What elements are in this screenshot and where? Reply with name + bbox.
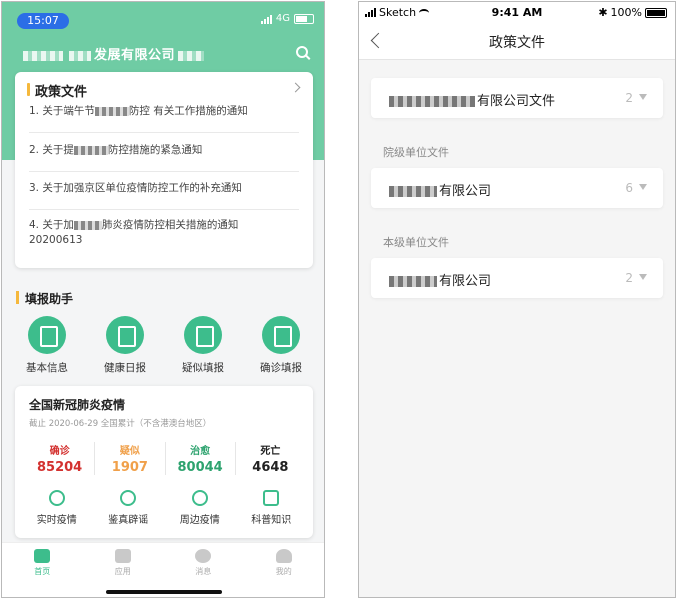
suspected-report-button[interactable]: 疑似填报 xyxy=(168,316,238,375)
home-indicator xyxy=(106,590,222,594)
stat-recovered: 治愈 80044 xyxy=(166,442,236,475)
status-time: 15:07 xyxy=(17,13,69,29)
epidemic-card: 全国新冠肺炎疫情 截止 2020-06-29 全国累计（不含港澳台地区） 确诊 … xyxy=(15,386,313,538)
stat-deaths: 死亡 4648 xyxy=(252,446,289,475)
policy-folder-row[interactable]: 有限公司 6 xyxy=(371,168,663,208)
chevron-right-icon[interactable] xyxy=(290,82,301,93)
network-type: 4G xyxy=(275,13,290,24)
epidemic-title: 全国新冠肺炎疫情 xyxy=(29,398,126,412)
epidemic-tools: 实时疫情 鉴真辟谣 周边疫情 科普知识 xyxy=(21,490,307,526)
location-pin-icon xyxy=(191,490,208,506)
policy-folder-row[interactable]: 有限公司 2 xyxy=(371,258,663,298)
apps-icon xyxy=(114,549,131,563)
home-icon xyxy=(34,549,51,563)
policy-folder-row[interactable]: 有限公司文件 2 xyxy=(371,78,663,118)
tab-profile[interactable]: 我的 xyxy=(244,543,325,597)
search-icon[interactable] xyxy=(296,46,308,58)
clipboard-check-icon xyxy=(262,316,300,354)
folder-count: 2 xyxy=(625,91,633,105)
policy-card: 政策文件 1. 关于端午节 防控 有关工作措施的通知 2. 关于提 防控措施的紧急通… xyxy=(15,72,313,268)
policy-item[interactable]: 2. 关于提 防控措施的紧急通知 xyxy=(29,143,299,172)
nearby-button[interactable]: 周边疫情 xyxy=(167,490,233,526)
health-daily-button[interactable]: 健康日报 xyxy=(90,316,160,375)
caret-down-icon xyxy=(639,274,647,280)
policy-item[interactable]: 1. 关于端午节 防控 有关工作措施的通知 xyxy=(29,104,299,133)
battery-icon xyxy=(294,13,314,24)
message-icon xyxy=(195,549,212,563)
tab-home[interactable]: 首页 xyxy=(2,543,83,597)
folder-count: 2 xyxy=(625,271,633,285)
home-screen: 15:07 4G 发展有限公司 政策文件 1. 关于端午节 防控 有关工作措施的通… xyxy=(1,1,325,598)
helper-section-title: 填报助手 xyxy=(16,290,73,307)
realtime-button[interactable]: 实时疫情 xyxy=(24,490,90,526)
status-bar: Sketch 9:41 AM ✱ 100% xyxy=(359,2,675,24)
nav-bar: 政策文件 xyxy=(359,24,675,60)
stat-confirmed: 确诊 85204 xyxy=(25,442,96,475)
document-icon xyxy=(28,316,66,354)
policy-item[interactable]: 3. 关于加强京区单位疫情防控工作的补充通知 xyxy=(29,181,299,210)
user-icon xyxy=(275,549,292,563)
basic-info-button[interactable]: 基本信息 xyxy=(12,316,82,375)
check-circle-icon xyxy=(48,490,65,506)
heart-icon xyxy=(106,316,144,354)
user-question-icon xyxy=(184,316,222,354)
helper-grid: 基本信息 健康日报 疑似填报 确诊填报 xyxy=(8,316,320,375)
caret-down-icon xyxy=(639,94,647,100)
book-icon xyxy=(263,490,280,506)
org-title: 发展有限公司 xyxy=(20,44,207,63)
folder-count: 6 xyxy=(625,181,633,195)
battery-percent: 100% xyxy=(610,6,642,19)
caret-down-icon xyxy=(639,184,647,190)
science-button[interactable]: 科普知识 xyxy=(238,490,304,526)
rumor-check-button[interactable]: 鉴真辟谣 xyxy=(95,490,161,526)
policy-list-screen: Sketch 9:41 AM ✱ 100% 政策文件 有限公司文件 2 院级单位… xyxy=(358,1,676,598)
status-bar: 15:07 4G xyxy=(2,9,324,31)
group-label: 院级单位文件 xyxy=(383,146,449,159)
confirmed-report-button[interactable]: 确诊填报 xyxy=(246,316,316,375)
group-label: 本级单位文件 xyxy=(383,236,449,249)
policy-card-title: 政策文件 xyxy=(27,81,87,100)
signal-icon xyxy=(260,14,272,24)
clock-icon xyxy=(120,490,137,506)
policy-item[interactable]: 4. 关于加 肺炎疫情防控相关措施的通知 20200613 xyxy=(29,218,299,260)
stat-suspected: 疑似 1907 xyxy=(95,442,166,475)
epidemic-stats: 确诊 85204 疑似 1907 治愈 80044 死亡 4648 xyxy=(25,442,305,475)
battery-icon xyxy=(645,7,667,18)
page-title: 政策文件 xyxy=(489,35,545,51)
epidemic-subtitle: 截止 2020-06-29 全国累计（不含港澳台地区） xyxy=(29,419,212,429)
bluetooth-icon: ✱ xyxy=(598,6,608,19)
